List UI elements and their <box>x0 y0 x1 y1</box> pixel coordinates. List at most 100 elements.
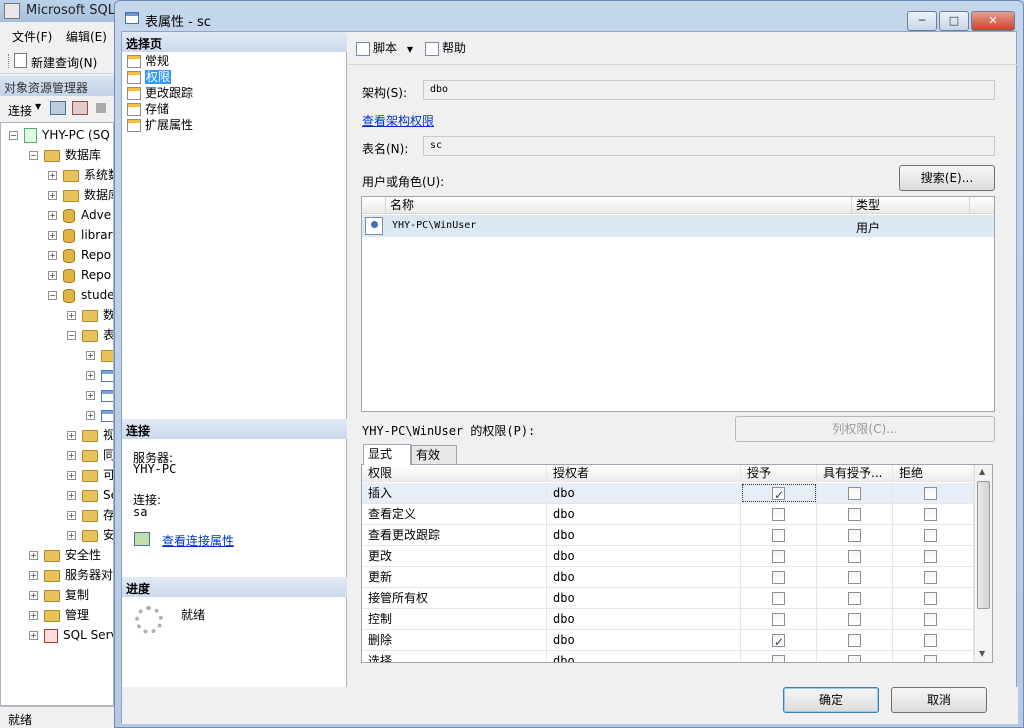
permission-with-grant-checkbox[interactable] <box>848 508 861 521</box>
tab-explicit[interactable]: 显式 <box>363 444 411 465</box>
tree-node[interactable]: + 复制 <box>29 585 89 605</box>
tree-node[interactable]: + Repo <box>48 265 111 285</box>
page-item-extended-properties[interactable]: 扩展属性 <box>127 117 193 133</box>
disconnect-icon[interactable] <box>72 101 88 115</box>
cancel-button[interactable]: 取消 <box>891 687 987 713</box>
permission-grant-checkbox[interactable] <box>772 632 785 651</box>
tree-node[interactable]: − 数据库 <box>29 145 101 165</box>
help-button[interactable]: 帮助 <box>425 39 466 56</box>
page-item-storage[interactable]: 存储 <box>127 101 169 117</box>
permission-deny-checkbox[interactable] <box>924 529 937 542</box>
view-connection-properties-link[interactable]: 查看连接属性 <box>162 532 234 549</box>
permission-deny-checkbox[interactable] <box>924 487 937 500</box>
tree-node[interactable]: + 存 <box>67 505 113 525</box>
tree-node[interactable]: + <box>86 385 113 405</box>
permission-row[interactable]: 控制 dbo <box>362 609 974 630</box>
permission-deny-checkbox[interactable] <box>924 508 937 521</box>
close-button[interactable]: ✕ <box>971 11 1015 31</box>
minimize-button[interactable]: ─ <box>907 11 937 31</box>
permission-row[interactable]: 插入 dbo <box>362 483 974 504</box>
permission-grant-checkbox[interactable] <box>772 550 785 563</box>
tree-node[interactable]: + 同 <box>67 445 113 465</box>
permission-grant-checkbox[interactable] <box>772 571 785 584</box>
permission-with-grant-checkbox[interactable] <box>848 592 861 605</box>
permission-row[interactable]: 接管所有权 dbo <box>362 588 974 609</box>
permission-with-grant-checkbox[interactable] <box>848 529 861 542</box>
perm-col-deny[interactable]: 拒绝 <box>893 465 974 482</box>
tree-node[interactable]: + 可 <box>67 465 113 485</box>
tree-node[interactable]: + 安全性 <box>29 545 101 565</box>
tree-node[interactable]: + <box>86 345 113 365</box>
permission-with-grant-checkbox[interactable] <box>848 655 861 662</box>
permission-deny-checkbox[interactable] <box>924 655 937 662</box>
view-schema-permissions-link[interactable]: 查看架构权限 <box>362 112 434 129</box>
permission-grant-checkbox[interactable] <box>772 613 785 626</box>
page-item-permissions[interactable]: 权限 <box>127 69 172 85</box>
permission-row[interactable]: 删除 dbo <box>362 630 974 651</box>
permissions-scrollbar[interactable]: ▲ ▼ <box>974 465 992 662</box>
permission-grant-checkbox[interactable] <box>772 655 785 662</box>
permission-grant-checkbox[interactable] <box>772 485 785 504</box>
perm-col-grantor[interactable]: 授权者 <box>547 465 741 482</box>
tree-node[interactable]: + SQL Serv <box>29 625 113 645</box>
users-col-type[interactable]: 类型 <box>852 197 970 214</box>
stop-icon[interactable] <box>96 103 106 113</box>
chevron-down-icon[interactable]: ▼ <box>35 102 41 111</box>
tree-node[interactable]: + <box>86 365 113 385</box>
permission-deny-checkbox[interactable] <box>924 550 937 563</box>
tree-node[interactable]: + <box>86 405 113 425</box>
permission-with-grant-checkbox[interactable] <box>848 613 861 626</box>
permission-row[interactable]: 更新 dbo <box>362 567 974 588</box>
column-permissions-button[interactable]: 列权限(C)... <box>735 416 995 442</box>
permission-deny-checkbox[interactable] <box>924 571 937 584</box>
tree-node[interactable]: + 服务器对 <box>29 565 113 585</box>
menu-file[interactable]: 文件(F) <box>12 28 52 45</box>
tree-node[interactable]: +数据库 <box>48 185 113 205</box>
tree-node[interactable]: +系统数 <box>48 165 113 185</box>
permission-with-grant-checkbox[interactable] <box>848 550 861 563</box>
permission-row[interactable]: 更改 dbo <box>362 546 974 567</box>
ok-button[interactable]: 确定 <box>783 687 879 713</box>
permission-row[interactable]: 查看更改跟踪 dbo <box>362 525 974 546</box>
users-col-name[interactable]: 名称 <box>386 197 852 214</box>
tree-node[interactable]: +Se <box>67 485 113 505</box>
permission-row[interactable]: 选择 dbo <box>362 651 974 662</box>
search-button[interactable]: 搜索(E)... <box>899 165 995 191</box>
scrollbar-thumb[interactable] <box>977 481 990 609</box>
page-item-general[interactable]: 常规 <box>127 53 169 69</box>
permission-grant-checkbox[interactable] <box>772 508 785 521</box>
tree-node[interactable]: + 管理 <box>29 605 89 625</box>
tree-node-server[interactable]: − YHY-PC (SQ <box>9 125 110 145</box>
new-query-button[interactable]: 新建查询(N) <box>31 54 97 71</box>
connect-icon[interactable] <box>50 101 66 115</box>
tab-effective[interactable]: 有效 <box>411 445 457 465</box>
tree-node[interactable]: + 数 <box>67 305 113 325</box>
tree-node[interactable]: + Repo <box>48 245 111 265</box>
tree-node[interactable]: + 安 <box>67 525 113 545</box>
scroll-down-icon[interactable]: ▼ <box>979 649 985 658</box>
schema-field[interactable]: dbo <box>423 80 995 100</box>
permission-with-grant-checkbox[interactable] <box>848 487 861 500</box>
tree-node[interactable]: − stude <box>48 285 113 305</box>
connect-button[interactable]: 连接 <box>8 102 32 119</box>
scroll-up-icon[interactable]: ▲ <box>979 467 985 476</box>
permission-grant-checkbox[interactable] <box>772 529 785 542</box>
tree-node[interactable]: + librar <box>48 225 113 245</box>
tree-node[interactable]: + 视 <box>67 425 113 445</box>
page-item-change-tracking[interactable]: 更改跟踪 <box>127 85 193 101</box>
chevron-down-icon[interactable]: ▼ <box>407 45 413 54</box>
menu-edit[interactable]: 编辑(E) <box>66 28 107 45</box>
script-button[interactable]: 脚本 ▼ <box>356 39 413 56</box>
table-name-field[interactable]: sc <box>423 136 995 156</box>
permission-deny-checkbox[interactable] <box>924 613 937 626</box>
permission-deny-checkbox[interactable] <box>924 634 937 647</box>
permission-with-grant-checkbox[interactable] <box>848 634 861 647</box>
perm-col-grant[interactable]: 授予 <box>741 465 817 482</box>
user-row[interactable]: YHY-PC\WinUser 用户 <box>362 215 994 237</box>
tree-node[interactable]: − 表 <box>67 325 113 345</box>
tree-node[interactable]: + Adve <box>48 205 111 225</box>
perm-col-with-grant[interactable]: 具有授予... <box>817 465 893 482</box>
permission-row[interactable]: 查看定义 dbo <box>362 504 974 525</box>
maximize-button[interactable]: □ <box>939 11 969 31</box>
permission-grant-checkbox[interactable] <box>772 592 785 605</box>
